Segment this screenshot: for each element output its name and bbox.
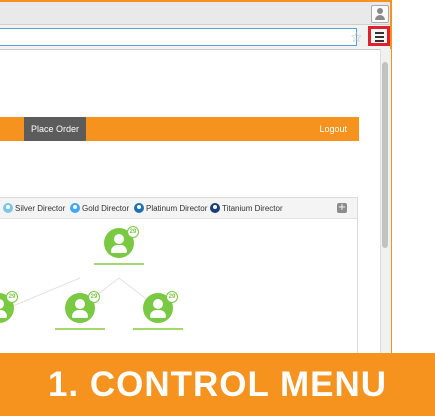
node-badge: 29 (127, 226, 139, 238)
silver-director-icon (3, 203, 13, 213)
node-badge: 29 (166, 291, 178, 303)
node-avatar-body (72, 310, 88, 318)
screenshot-frame: ☆ Place Order Logout Silver Director Gol… (0, 0, 435, 416)
legend-label-gold: Gold Director (82, 204, 130, 213)
gold-director-icon (70, 203, 80, 213)
node-id-label (94, 263, 144, 265)
profile-icon-body (375, 15, 385, 20)
browser-toolbar: ☆ (0, 25, 390, 50)
node-avatar-body (0, 310, 7, 318)
genealogy-panel: Silver Director Gold Director Platinum D… (0, 197, 358, 379)
titanium-director-icon (210, 203, 220, 213)
node-badge: 29 (88, 291, 100, 303)
node-id-label (133, 328, 183, 330)
node-avatar-head (75, 299, 85, 309)
node-avatar-head (114, 234, 124, 244)
profile-icon-head (377, 8, 383, 14)
legend-label-silver: Silver Director (15, 204, 66, 213)
browser-titlebar (0, 2, 390, 25)
node-avatar-head (153, 299, 163, 309)
platinum-director-icon (134, 203, 144, 213)
legend-label-platinum: Platinum Director (146, 204, 208, 213)
logout-link[interactable]: Logout (319, 117, 347, 141)
scrollbar-thumb[interactable] (382, 62, 388, 248)
address-bar[interactable]: ☆ (0, 28, 363, 46)
site-navbar: Place Order Logout (0, 117, 359, 141)
node-avatar-body (150, 310, 166, 318)
star-icon[interactable]: ☆ (350, 31, 364, 45)
menu-bar-2 (375, 36, 384, 38)
node-avatar-body (111, 245, 127, 253)
caption-text: 1. CONTROL MENU (47, 365, 388, 404)
hamburger-menu-icon[interactable] (368, 26, 390, 46)
rank-legend: Silver Director Gold Director Platinum D… (0, 198, 357, 219)
place-order-link[interactable]: Place Order (24, 117, 86, 141)
node-badge: 29 (6, 291, 18, 303)
legend-label-titanium: Titanium Director (222, 204, 283, 213)
expand-icon[interactable]: + (337, 203, 347, 213)
menu-bar-1 (375, 32, 384, 34)
menu-bar-3 (375, 40, 384, 42)
node-avatar-head (0, 299, 4, 309)
profile-icon[interactable] (371, 5, 389, 23)
caption-banner: 1. CONTROL MENU (0, 353, 435, 416)
node-id-label (55, 328, 105, 330)
